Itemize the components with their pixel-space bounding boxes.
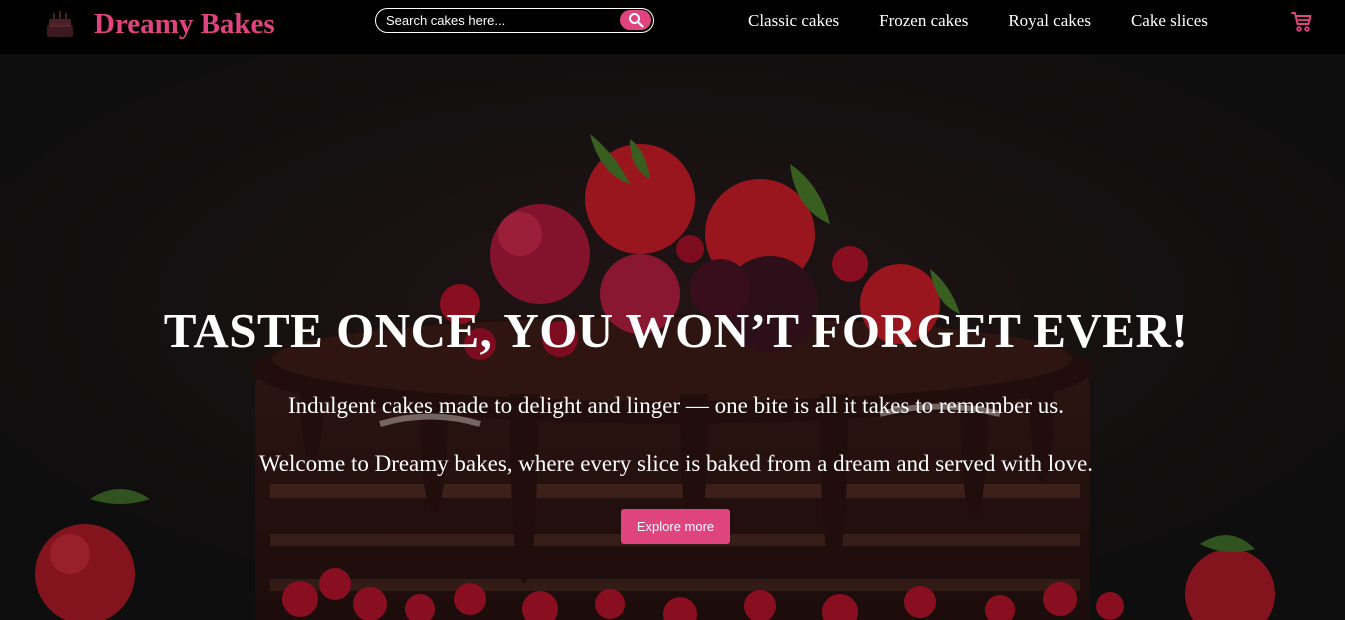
nav-link-classic-cakes[interactable]: Classic cakes [748,11,839,31]
hero-subtitle-1: Indulgent cakes made to delight and ling… [287,393,1065,418]
brand-name: Dreamy Bakes [94,7,275,40]
nav-links: Classic cakes Frozen cakes Royal cakes C… [748,11,1248,31]
search-bar [375,8,654,33]
cake-icon [47,11,73,37]
search-input[interactable] [386,11,616,29]
nav-link-frozen-cakes[interactable]: Frozen cakes [879,11,968,31]
search-icon [628,13,644,28]
hero-section: TASTE ONCE, YOU WON’T FORGET EVER! Indul… [0,54,1345,620]
nav-link-royal-cakes[interactable]: Royal cakes [1008,11,1091,31]
hero-title: TASTE ONCE, YOU WON’T FORGET EVER! [163,303,1189,358]
top-navbar: Dreamy Bakes Classic cakes Frozen cakes … [0,0,1345,54]
search-button[interactable] [620,10,651,30]
brand-logo[interactable]: Dreamy Bakes [44,4,275,44]
hero-subtitle-2: Welcome to Dreamy bakes, where every sli… [258,451,1094,476]
cart-icon[interactable] [1290,10,1314,34]
nav-link-cake-slices[interactable]: Cake slices [1131,11,1208,31]
explore-more-button[interactable]: Explore more [621,509,730,544]
